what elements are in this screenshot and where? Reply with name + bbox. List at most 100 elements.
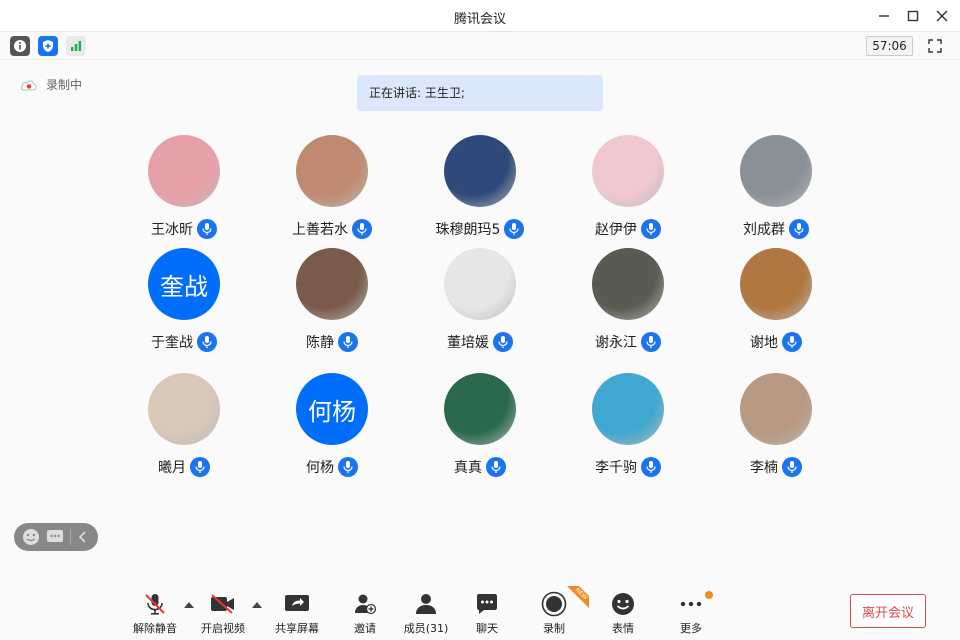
smile-icon (609, 590, 637, 618)
mic-icon (352, 219, 372, 239)
chat-button[interactable]: 聊天 (455, 586, 519, 636)
mic-icon (782, 457, 802, 477)
participant-tile[interactable]: 曦月 (124, 373, 244, 483)
participant-name: 李千驹 (595, 460, 637, 476)
participant-tile[interactable]: 李楠 (716, 373, 836, 483)
record-label: 录制 (543, 622, 565, 635)
participant-tile[interactable]: 何杨 何杨 (272, 373, 392, 483)
participant-name: 陈静 (306, 335, 334, 351)
avatar (592, 135, 664, 207)
unmute-label: 解除静音 (133, 622, 177, 635)
share-screen-icon (283, 590, 311, 618)
participant-tile[interactable]: 董培媛 (420, 248, 540, 358)
participant-name-row: 李楠 (716, 457, 836, 477)
signal-icon[interactable] (66, 36, 86, 56)
more-dots-icon (677, 590, 705, 618)
avatar (296, 135, 368, 207)
title-bar: 腾讯会议 (0, 0, 960, 32)
shield-icon[interactable] (38, 36, 58, 56)
invite-button[interactable]: 邀请 (333, 586, 397, 636)
share-screen-button[interactable]: 共享屏幕 (265, 586, 329, 636)
participant-name: 谢地 (750, 335, 778, 351)
speaking-banner: 正在讲话: 王生卫; (357, 75, 603, 111)
notification-dot (705, 591, 713, 599)
participant-name-row: 真真 (420, 457, 540, 477)
avatar (148, 135, 220, 207)
participant-name-row: 王冰昕 (124, 219, 244, 239)
invite-label: 邀请 (354, 622, 376, 635)
new-badge: NEW (567, 586, 589, 608)
participant-tile[interactable]: 李千驹 (568, 373, 688, 483)
mic-icon (782, 332, 802, 352)
emoji-icon[interactable] (22, 528, 40, 546)
maximize-button[interactable] (902, 6, 924, 26)
minimize-button[interactable] (873, 6, 895, 26)
floating-controls[interactable] (14, 523, 98, 551)
emoji-button[interactable]: 表情 (591, 586, 655, 636)
participant-tile[interactable]: 王冰昕 (124, 135, 244, 245)
user-icon (412, 590, 440, 618)
more-button[interactable]: 更多 (659, 586, 723, 636)
info-icon[interactable] (10, 36, 30, 56)
avatar (592, 248, 664, 320)
close-button[interactable] (931, 6, 953, 26)
mic-icon (641, 332, 661, 352)
mic-icon (789, 219, 809, 239)
mic-icon (338, 457, 358, 477)
participant-name: 赵伊伊 (595, 222, 637, 238)
participant-tile[interactable]: 珠穆朗玛5 (420, 135, 540, 245)
mic-icon (338, 332, 358, 352)
participant-name-row: 刘成群 (716, 219, 836, 239)
avatar: 奎战 (148, 248, 220, 320)
members-button[interactable]: 成员(31) (394, 586, 458, 636)
participant-tile[interactable]: 谢地 (716, 248, 836, 358)
avatar (444, 135, 516, 207)
participant-name-row: 李千驹 (568, 457, 688, 477)
mic-icon (486, 457, 506, 477)
participant-tile[interactable]: 上善若水 (272, 135, 392, 245)
participant-name: 真真 (454, 460, 482, 476)
mic-icon (197, 332, 217, 352)
emoji-label: 表情 (612, 622, 634, 635)
add-user-icon (351, 590, 379, 618)
avatar (740, 248, 812, 320)
mic-icon (493, 332, 513, 352)
mic-icon (641, 219, 661, 239)
participant-tile[interactable]: 刘成群 (716, 135, 836, 245)
participant-name: 刘成群 (743, 222, 785, 238)
meeting-timer: 57:06 (866, 36, 913, 56)
participant-tile[interactable]: 谢永江 (568, 248, 688, 358)
participant-name-row: 何杨 (272, 457, 392, 477)
participant-name-row: 曦月 (124, 457, 244, 477)
mic-icon (197, 219, 217, 239)
avatar (740, 135, 812, 207)
participant-tile[interactable]: 真真 (420, 373, 540, 483)
chat-label: 聊天 (476, 622, 498, 635)
participant-name-row: 谢地 (716, 332, 836, 352)
participant-name-row: 上善若水 (272, 219, 392, 239)
unmute-button[interactable]: 解除静音 (123, 586, 187, 636)
chat-bubble-icon[interactable] (46, 528, 64, 546)
participant-name: 珠穆朗玛5 (435, 222, 501, 238)
share-screen-label: 共享屏幕 (275, 622, 319, 635)
chat-icon (473, 590, 501, 618)
participant-tile[interactable]: 陈静 (272, 248, 392, 358)
leave-meeting-button[interactable]: 离开会议 (850, 594, 926, 628)
recording-label: 录制中 (46, 78, 83, 92)
start-video-button[interactable]: 开启视频 (191, 586, 255, 636)
cloud-record-icon (21, 79, 37, 90)
participant-name-row: 陈静 (272, 332, 392, 352)
avatar (740, 373, 812, 445)
participant-name: 王冰昕 (151, 222, 193, 238)
fullscreen-icon[interactable] (924, 36, 946, 56)
more-label: 更多 (680, 622, 702, 635)
video-options-caret-icon[interactable] (251, 600, 263, 610)
window-title: 腾讯会议 (453, 12, 506, 27)
chevron-left-icon[interactable] (77, 530, 89, 544)
participant-tile[interactable]: 奎战 于奎战 (124, 248, 244, 358)
bottom-toolbar: 解除静音 开启视频 共享屏幕 邀请 成员(31) 聊天 录制 NEW 表情 更多 (0, 586, 960, 640)
participant-name-row: 谢永江 (568, 332, 688, 352)
participant-name: 谢永江 (595, 335, 637, 351)
participant-tile[interactable]: 赵伊伊 (568, 135, 688, 245)
start-video-label: 开启视频 (201, 622, 245, 635)
